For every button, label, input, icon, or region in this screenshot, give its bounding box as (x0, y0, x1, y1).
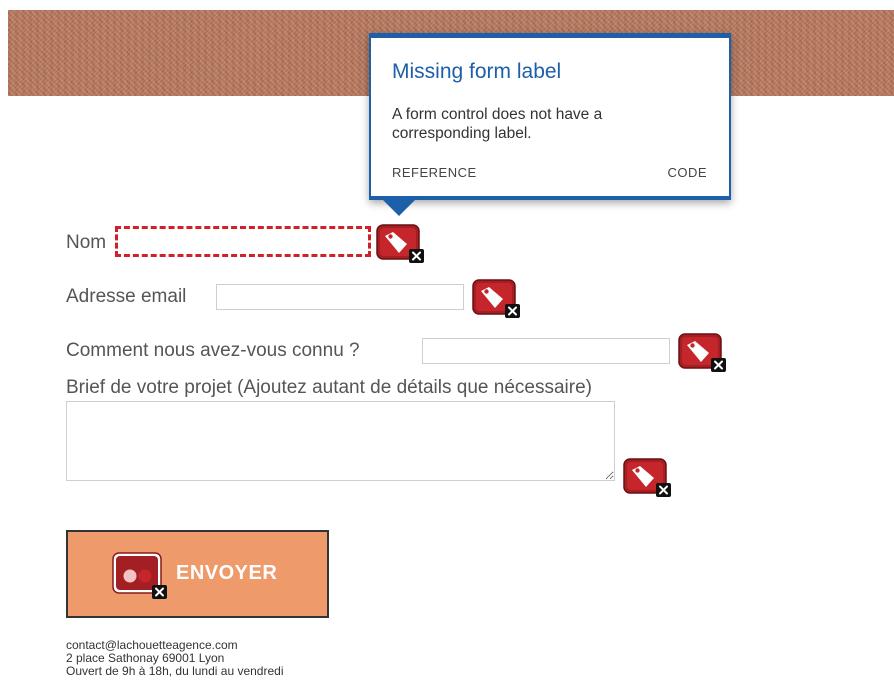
name-input[interactable] (115, 226, 371, 257)
tag-error-icon[interactable] (623, 458, 673, 498)
popup-description: A form control does not have a correspon… (392, 106, 603, 142)
missing-label-popup: Missing form label A form control does n… (369, 33, 731, 200)
submit-label: ENVOYER (176, 562, 278, 584)
email-label: Adresse email (66, 286, 187, 307)
popup-pointer (381, 198, 417, 216)
reference-link[interactable]: REFERENCE (392, 165, 477, 180)
footer-hours: Ouvert de 9h à 18h, du lundi au vendredi (66, 664, 284, 678)
source-label: Comment nous avez-vous connu ? (66, 340, 360, 361)
brief-textarea[interactable] (66, 401, 615, 481)
source-input[interactable] (422, 338, 670, 364)
name-label: Nom (66, 232, 107, 253)
popup-title: Missing form label (392, 60, 562, 83)
brief-label: Brief de votre projet (Ajoutez autant de… (66, 377, 592, 398)
tag-error-icon[interactable] (472, 279, 522, 319)
tag-error-icon[interactable] (376, 224, 426, 264)
tag-error-icon[interactable] (678, 333, 728, 373)
submit-button[interactable]: ENVOYER (66, 530, 329, 618)
button-error-icon[interactable] (112, 552, 168, 600)
code-link[interactable]: CODE (667, 165, 707, 180)
email-input[interactable] (216, 284, 464, 310)
footer-contact: contact@lachouetteagence.com 2 place Sat… (66, 639, 284, 678)
